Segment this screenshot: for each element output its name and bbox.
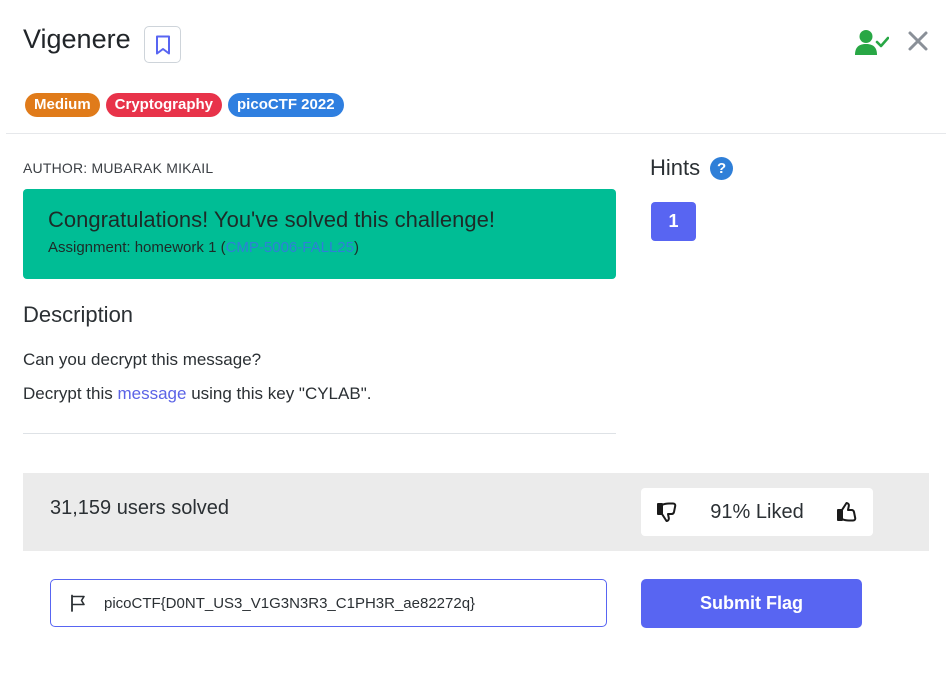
bookmark-button[interactable] [144, 26, 181, 63]
thumbs-up-icon[interactable] [835, 500, 859, 524]
user-check-icon[interactable] [855, 29, 889, 57]
challenge-title: Vigenere [23, 24, 131, 54]
challenge-header: Vigenere Medium Cryptography picoCTF 202… [0, 0, 949, 134]
assignment-link[interactable]: CMP-5006-FALL25 [226, 239, 354, 256]
tag-list: Medium Cryptography picoCTF 2022 [25, 93, 344, 117]
stats-bar: 31,159 users solved 91% Liked [23, 473, 929, 551]
thumbs-down-icon[interactable] [655, 500, 679, 524]
description-heading: Description [23, 302, 134, 327]
message-link[interactable]: message [117, 384, 186, 403]
hints-heading: Hints ? [650, 155, 734, 181]
success-banner: Congratulations! You've solved this chal… [23, 189, 616, 279]
description-divider [23, 433, 616, 434]
solved-count: 31,159 users solved [50, 497, 230, 519]
description-text: Decrypt this [23, 384, 118, 403]
flag-input[interactable] [104, 594, 564, 612]
tag-event[interactable]: picoCTF 2022 [228, 93, 344, 117]
tag-category[interactable]: Cryptography [105, 93, 223, 117]
like-panel: 91% Liked [641, 488, 873, 536]
assignment-prefix: Assignment: homework 1 ( [48, 239, 226, 256]
hint-button-1[interactable]: 1 [651, 202, 696, 241]
description-text: using this key "CYLAB". [186, 384, 372, 403]
header-divider [6, 133, 946, 134]
assignment-info: Assignment: homework 1 (CMP-5006-FALL25) [48, 239, 591, 256]
assignment-suffix: ) [353, 239, 359, 256]
question-circle-icon[interactable]: ? [710, 156, 734, 180]
bookmark-icon [155, 35, 170, 54]
description-line: Can you decrypt this message? [23, 350, 262, 369]
hints-heading-text: Hints [650, 155, 701, 180]
liked-percent: 91% Liked [710, 500, 804, 523]
description-line: Decrypt this message using this key "CYL… [23, 384, 371, 404]
flag-field[interactable] [50, 579, 607, 627]
submit-flag-button[interactable]: Submit Flag [641, 579, 862, 628]
success-title: Congratulations! You've solved this chal… [48, 207, 495, 232]
flag-icon [71, 594, 85, 612]
author-label: AUTHOR: MUBARAK MIKAIL [23, 160, 214, 176]
close-icon[interactable] [905, 28, 931, 54]
tag-difficulty[interactable]: Medium [25, 93, 100, 117]
